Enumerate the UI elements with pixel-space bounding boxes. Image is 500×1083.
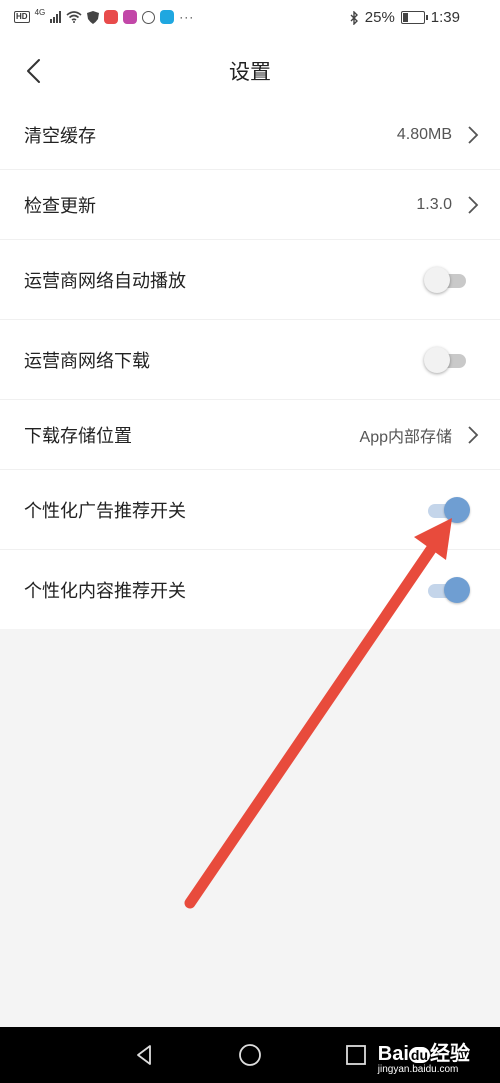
status-bar: HD 4G ··· 25% 1:39 xyxy=(0,0,500,38)
battery-percent: 25% xyxy=(364,9,395,26)
bluetooth-icon xyxy=(350,10,358,25)
storage-location-value: App内部存储 xyxy=(359,428,452,446)
system-nav-bar: Bai du 经验 jingyan.baidu.com xyxy=(0,1027,500,1083)
chevron-right-icon xyxy=(468,425,479,444)
carrier-autoplay-toggle[interactable] xyxy=(424,266,470,293)
heart-app-icon xyxy=(123,10,138,24)
baidu-jingyan-watermark: Bai du 经验 jingyan.baidu.com xyxy=(378,1037,470,1075)
check-update-row[interactable]: 检查更新 1.3.0 xyxy=(0,170,500,240)
more-notifications: ··· xyxy=(179,10,195,24)
storage-location-label: 下载存储位置 xyxy=(24,425,132,446)
chevron-right-icon xyxy=(468,195,479,214)
circle-app-icon xyxy=(142,10,156,24)
nav-back-icon[interactable] xyxy=(130,1041,158,1069)
hd-badge: HD xyxy=(14,11,30,23)
personalized-ads-label: 个性化广告推荐开关 xyxy=(24,500,186,521)
carrier-download-toggle[interactable] xyxy=(424,346,470,373)
wifi-icon xyxy=(66,11,82,23)
carrier-download-label: 运营商网络下载 xyxy=(24,350,150,371)
carrier-autoplay-row: 运营商网络自动播放 xyxy=(0,240,500,320)
personalized-content-toggle[interactable] xyxy=(424,576,470,603)
storage-location-row[interactable]: 下载存储位置 App内部存储 xyxy=(0,400,500,470)
status-right-icons: 25% 1:39 xyxy=(350,9,460,26)
personalized-ads-row: 个性化广告推荐开关 xyxy=(0,470,500,550)
carrier-download-row: 运营商网络下载 xyxy=(0,320,500,400)
search-app-icon xyxy=(160,10,175,24)
battery-icon xyxy=(400,11,428,24)
clear-cache-label: 清空缓存 xyxy=(24,125,96,146)
shield-icon xyxy=(87,10,100,24)
personalized-content-label: 个性化内容推荐开关 xyxy=(24,580,186,601)
version-value: 1.3.0 xyxy=(416,195,452,213)
watermark-logo: Bai du 经验 xyxy=(377,1043,470,1065)
personalized-ads-toggle[interactable] xyxy=(424,496,470,523)
clear-cache-row[interactable]: 清空缓存 4.80MB xyxy=(0,100,500,170)
settings-list: 清空缓存 4.80MB 检查更新 1.3.0 运营商网络自动播放 运营商网络下载… xyxy=(0,100,500,629)
carrier-autoplay-label: 运营商网络自动播放 xyxy=(24,270,186,291)
network-type: 4G xyxy=(34,8,46,17)
chevron-right-icon xyxy=(468,125,479,144)
app-notification-icon xyxy=(104,10,119,24)
status-left-icons: HD 4G ··· xyxy=(14,8,195,24)
nav-recents-icon[interactable] xyxy=(342,1041,370,1069)
cache-size-value: 4.80MB xyxy=(396,125,452,143)
watermark-url: jingyan.baidu.com xyxy=(377,1064,459,1075)
check-update-label: 检查更新 xyxy=(24,195,96,216)
page-title: 设置 xyxy=(229,61,271,84)
header: 设置 xyxy=(0,38,500,101)
nav-home-icon[interactable] xyxy=(236,1041,264,1069)
clock: 1:39 xyxy=(430,9,460,26)
signal-icon xyxy=(50,11,62,23)
personalized-content-row: 个性化内容推荐开关 xyxy=(0,550,500,629)
